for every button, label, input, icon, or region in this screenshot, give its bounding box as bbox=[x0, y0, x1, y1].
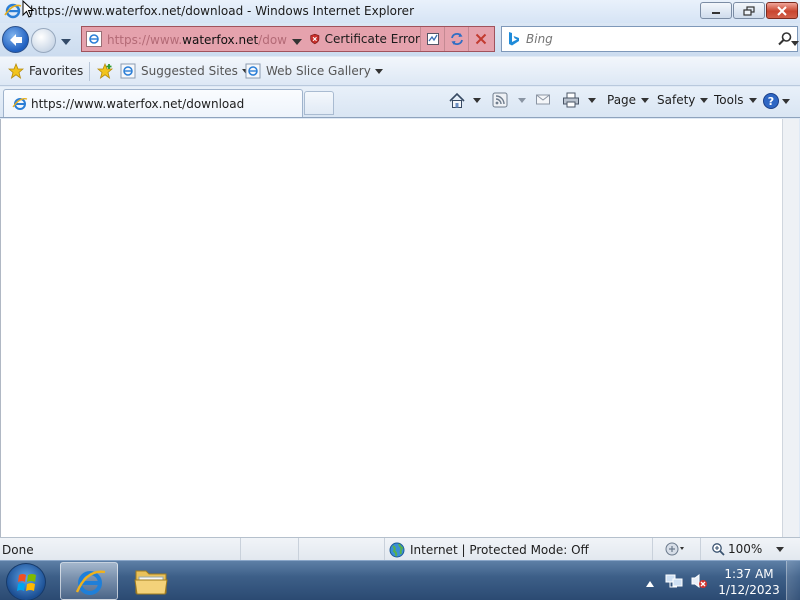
home-icon bbox=[449, 92, 465, 108]
refresh-icon bbox=[450, 33, 463, 45]
ie-page-icon bbox=[120, 63, 136, 79]
tab-favicon-icon bbox=[12, 96, 28, 115]
home-dropdown-icon[interactable] bbox=[473, 98, 481, 103]
tab-label: https://www.waterfox.net/download bbox=[31, 97, 245, 111]
back-arrow-icon bbox=[9, 33, 22, 46]
vertical-scrollbar[interactable] bbox=[782, 119, 799, 537]
recent-pages-dropdown-icon[interactable] bbox=[61, 34, 71, 48]
search-input[interactable] bbox=[526, 30, 766, 48]
refresh-button[interactable] bbox=[444, 27, 468, 51]
safety-menu[interactable]: Safety bbox=[657, 93, 709, 107]
favorites-button[interactable]: Favorites bbox=[8, 63, 83, 79]
stop-button[interactable] bbox=[468, 27, 492, 51]
start-button[interactable] bbox=[6, 563, 46, 600]
suggested-sites-link[interactable]: Suggested Sites bbox=[120, 63, 250, 79]
taskbar-windows-explorer[interactable] bbox=[122, 562, 180, 600]
home-button[interactable] bbox=[448, 92, 466, 110]
taskbar-internet-explorer[interactable] bbox=[60, 562, 118, 600]
page-menu-dropdown-icon bbox=[641, 97, 650, 103]
print-dropdown-icon[interactable] bbox=[588, 98, 596, 103]
add-to-favorites-bar-button[interactable] bbox=[96, 63, 114, 79]
search-options-dropdown-icon[interactable] bbox=[791, 36, 799, 50]
page-menu[interactable]: Page bbox=[607, 93, 650, 107]
status-cell bbox=[240, 538, 298, 560]
volume-muted-icon[interactable] bbox=[690, 573, 708, 592]
new-tab-button[interactable] bbox=[304, 91, 334, 115]
safety-menu-dropdown-icon bbox=[700, 97, 709, 103]
ie-icon[interactable] bbox=[4, 2, 22, 23]
help-icon: ? bbox=[763, 93, 779, 109]
clock-date: 1/12/2023 bbox=[718, 583, 780, 597]
web-slice-gallery-link[interactable]: Web Slice Gallery bbox=[245, 63, 383, 79]
print-button[interactable] bbox=[562, 92, 580, 108]
favorites-star-icon bbox=[8, 63, 24, 79]
certificate-error-icon bbox=[310, 33, 320, 45]
page-content[interactable] bbox=[0, 119, 782, 537]
zoom-dropdown-icon bbox=[776, 546, 785, 552]
compatibility-view-icon bbox=[426, 33, 439, 45]
mail-icon bbox=[536, 94, 550, 105]
svg-text:?: ? bbox=[768, 95, 774, 108]
windows-logo-icon bbox=[17, 574, 36, 591]
security-zone[interactable]: Internet | Protected Mode: Off bbox=[389, 542, 589, 558]
ie-page-icon bbox=[245, 63, 261, 79]
network-icon[interactable] bbox=[665, 573, 683, 592]
close-icon bbox=[777, 5, 787, 16]
read-mail-button[interactable] bbox=[535, 92, 551, 106]
feeds-button[interactable] bbox=[492, 92, 508, 108]
title-bar: https://www.waterfox.net/download - Wind… bbox=[0, 0, 800, 23]
taskbar: 1:37 AM 1/12/2023 bbox=[0, 560, 800, 600]
back-button[interactable] bbox=[2, 26, 29, 53]
favorites-separator bbox=[89, 62, 90, 81]
folder-icon bbox=[134, 570, 168, 595]
close-button[interactable] bbox=[766, 2, 798, 19]
tab-current[interactable]: https://www.waterfox.net/download bbox=[3, 89, 303, 117]
zoom-control[interactable]: 100% bbox=[711, 542, 785, 556]
web-slice-gallery-dropdown-icon bbox=[374, 68, 383, 74]
search-box[interactable] bbox=[501, 26, 799, 52]
address-dropdown-icon[interactable] bbox=[292, 34, 302, 48]
certificate-error-button[interactable]: Certificate Error bbox=[310, 27, 420, 51]
clock[interactable]: 1:37 AM 1/12/2023 bbox=[716, 566, 782, 598]
help-button[interactable]: ? bbox=[762, 92, 790, 110]
restore-icon bbox=[743, 5, 755, 16]
add-favorite-icon bbox=[96, 63, 114, 79]
mouse-cursor-icon bbox=[22, 0, 35, 21]
show-hidden-icons-icon[interactable] bbox=[646, 576, 654, 590]
help-dropdown-icon bbox=[782, 98, 790, 104]
minimize-button[interactable] bbox=[700, 2, 732, 19]
change-protected-mode-icon[interactable] bbox=[663, 541, 685, 560]
feeds-dropdown-icon[interactable] bbox=[518, 98, 526, 103]
internet-explorer-icon bbox=[75, 570, 106, 595]
feeds-icon bbox=[492, 92, 508, 108]
tools-menu[interactable]: Tools bbox=[714, 93, 757, 107]
restore-button[interactable] bbox=[733, 2, 765, 19]
print-icon bbox=[563, 92, 579, 108]
favorites-bar: Favorites Suggested Sites Web Slice Gall… bbox=[0, 57, 800, 86]
window-title: https://www.waterfox.net/download - Wind… bbox=[30, 4, 414, 18]
tools-menu-dropdown-icon bbox=[748, 97, 757, 103]
compatibility-view-button[interactable] bbox=[420, 27, 444, 51]
status-text: Done bbox=[2, 543, 34, 557]
status-cell bbox=[298, 538, 384, 560]
status-bar: Done Internet | Protected Mode: Off 100% bbox=[0, 537, 800, 560]
forward-button[interactable] bbox=[31, 28, 56, 53]
show-desktop-button[interactable] bbox=[786, 561, 800, 600]
internet-globe-icon bbox=[389, 542, 405, 558]
clock-time: 1:37 AM bbox=[724, 567, 774, 581]
protected-mode-cell[interactable] bbox=[652, 538, 700, 560]
address-url[interactable]: https://www.waterfox.net/downlo bbox=[107, 33, 287, 47]
page-favicon-icon bbox=[86, 31, 102, 47]
navigation-bar: https://www.waterfox.net/downlo Certific… bbox=[0, 23, 800, 56]
tab-row: https://www.waterfox.net/download Page S… bbox=[0, 87, 800, 118]
stop-icon bbox=[475, 33, 486, 45]
zoom-icon bbox=[712, 543, 725, 556]
bing-icon bbox=[508, 32, 520, 49]
address-bar[interactable]: https://www.waterfox.net/downlo Certific… bbox=[81, 26, 495, 52]
minimize-icon bbox=[712, 11, 720, 14]
